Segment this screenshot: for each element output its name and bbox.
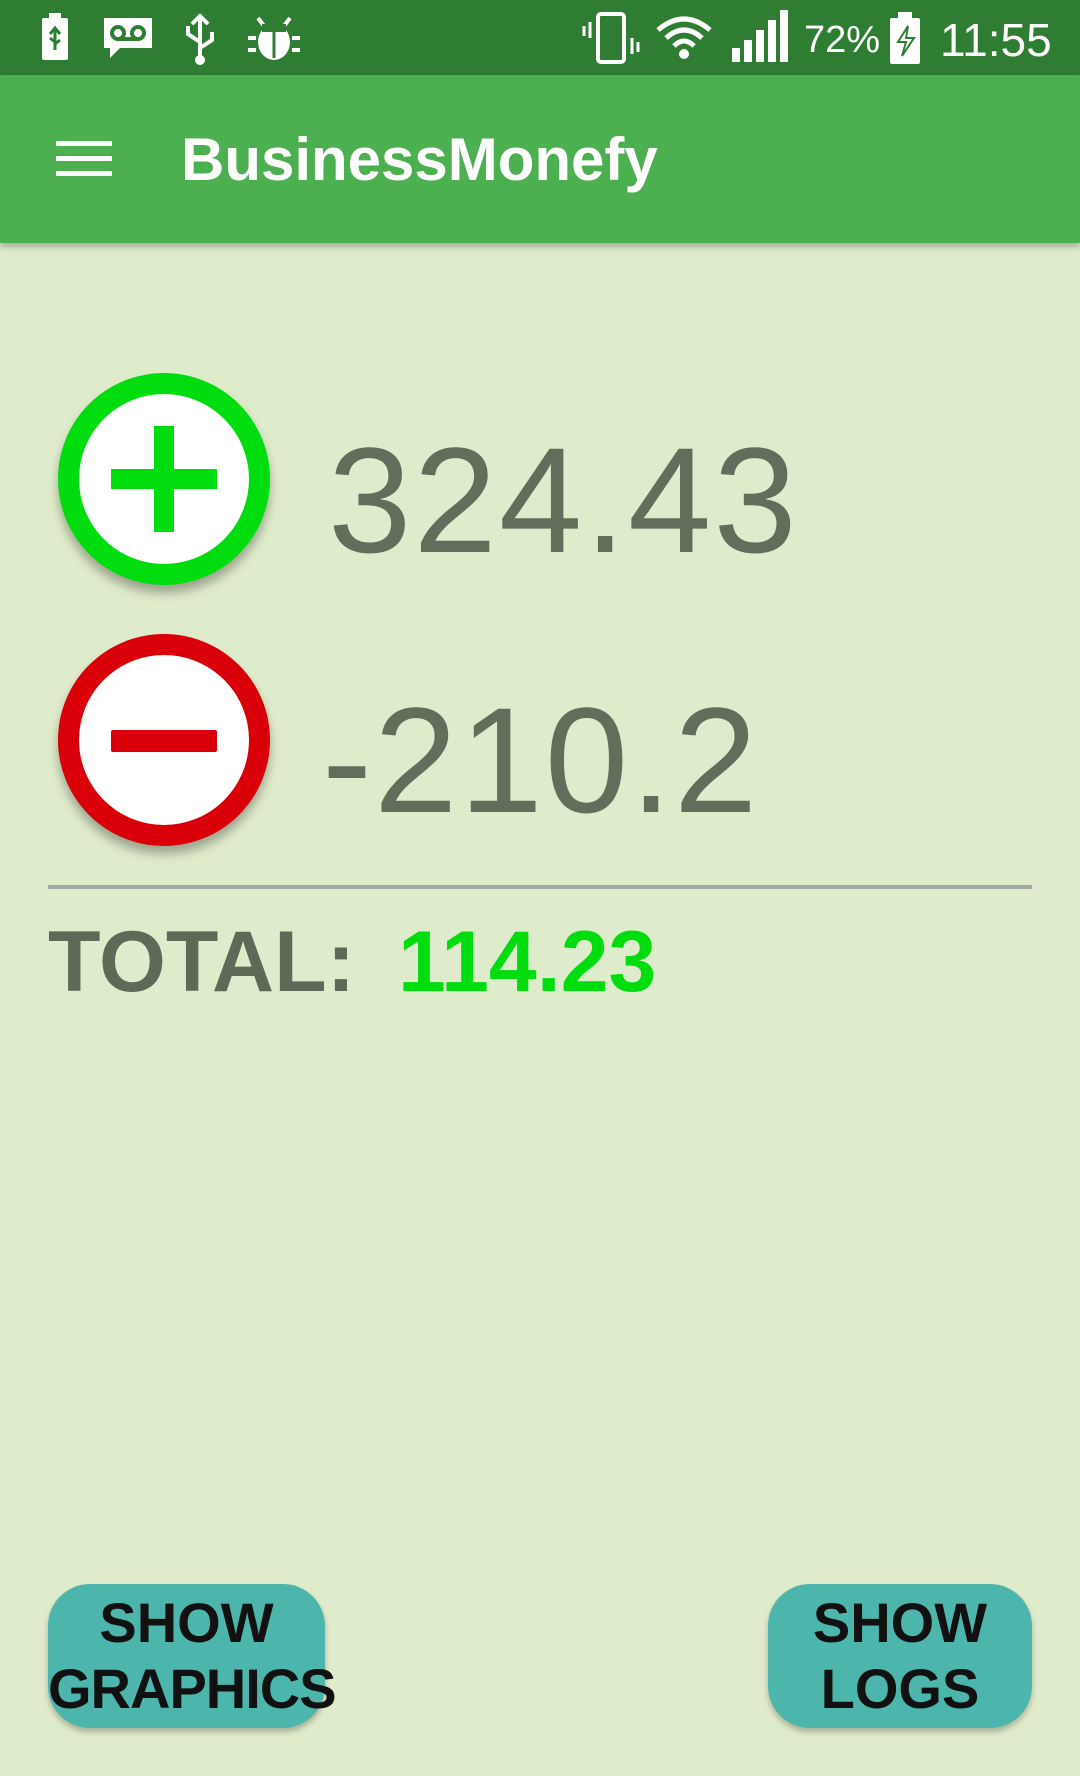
show-logs-label-line1: SHOW [812, 1591, 988, 1654]
expense-amount: -210.2 [322, 676, 760, 844]
status-time: 11:55 [940, 14, 1052, 66]
show-logs-button[interactable]: SHOW LOGS [768, 1584, 1032, 1728]
income-amount: 324.43 [328, 416, 799, 584]
app-screen: 72% 11:55 BusinessMonefy 324.43 -210.2 T… [0, 0, 1080, 1776]
add-income-button[interactable] [58, 373, 270, 585]
voicemail-icon [98, 8, 158, 68]
vibrate-icon [580, 8, 640, 68]
show-logs-label-line2: LOGS [820, 1657, 980, 1720]
add-expense-button[interactable] [58, 634, 270, 846]
status-bar: 72% 11:55 [0, 0, 1080, 75]
hamburger-menu-icon[interactable] [38, 119, 130, 199]
app-bar: BusinessMonefy [0, 75, 1080, 243]
wifi-icon [654, 8, 714, 68]
battery-percent: 72% [804, 19, 881, 61]
bug-icon [244, 8, 304, 68]
total-label: TOTAL: [48, 914, 356, 1010]
app-title: BusinessMonefy [181, 126, 658, 193]
usb-icon [170, 8, 230, 68]
signal-icon [728, 8, 788, 68]
divider [48, 885, 1032, 889]
total-value: 114.23 [398, 914, 657, 1010]
show-graphics-label-line2: GRAPHICS [48, 1657, 337, 1720]
battery-charging-icon [878, 8, 938, 68]
battery-usb-icon [26, 8, 86, 68]
show-graphics-button[interactable]: SHOW GRAPHICS [48, 1584, 337, 1728]
show-graphics-label-line1: SHOW [99, 1591, 274, 1654]
